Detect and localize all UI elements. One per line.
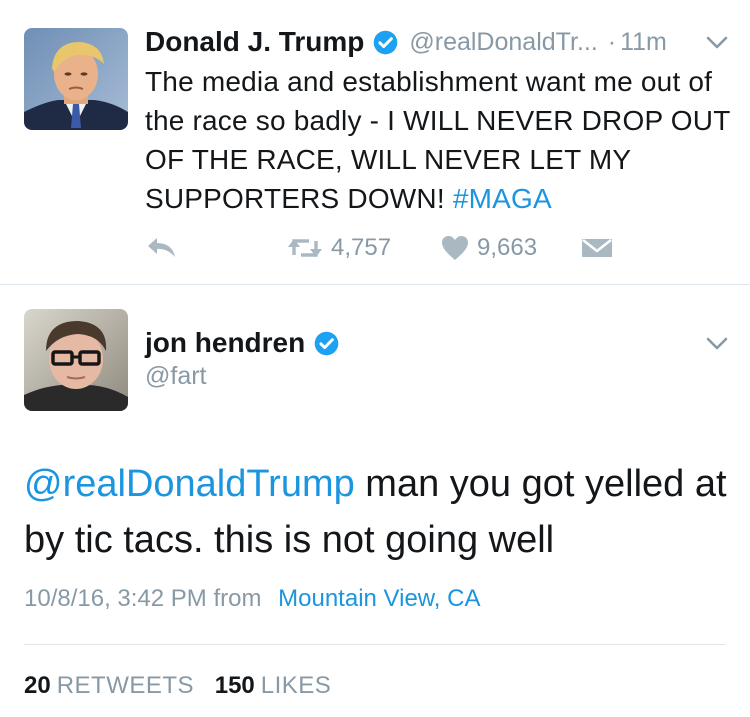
direct-message-button[interactable] [581,228,613,268]
separator-dot: · [607,27,617,56]
avatar-hendren[interactable] [24,309,128,411]
author-handle[interactable]: @realDonaldTr... [409,28,597,57]
tweet-text-body: The media and establishment want me out … [145,66,730,214]
heart-icon [441,235,469,261]
hashtag-link[interactable]: #MAGA [453,183,552,214]
mention-link[interactable]: @realDonaldTrump [24,463,355,505]
retweets-count: 20 [24,672,51,699]
tweet-text: @realDonaldTrump man you got yelled at b… [24,456,734,568]
like-count: 9,663 [477,234,538,261]
tweet-stats: 20 RETWEETS 150 LIKES [24,672,331,700]
tweet-actions: 4,757 9,663 [145,228,645,268]
likes-stat[interactable]: 150 LIKES [215,672,332,699]
tweet-timestamp[interactable]: 10/8/16, 3:42 PM [24,585,207,612]
chevron-down-icon[interactable] [706,36,728,50]
like-button[interactable]: 9,663 [441,228,537,268]
chevron-down-icon[interactable] [706,337,728,351]
reply-button[interactable] [145,228,179,268]
likes-count: 150 [214,672,255,699]
retweet-count: 4,757 [331,234,392,261]
tweet-header: Donald J. Trump @realDonaldTr... · 11m [145,22,725,62]
likes-label: LIKES [260,672,332,699]
author-name[interactable]: jon hendren [145,327,305,359]
retweet-button[interactable]: 4,757 [287,228,391,268]
tweet-divider [0,284,750,285]
author-handle[interactable]: @fart [145,362,207,391]
tweet-text: The media and establishment want me out … [145,62,735,218]
retweet-icon [287,235,323,261]
tweet-card-trump[interactable]: Donald J. Trump @realDonaldTr... · 11m T… [0,0,750,284]
author-name[interactable]: Donald J. Trump [145,26,364,58]
tweet-time[interactable]: 11m [620,28,667,57]
retweets-label: RETWEETS [56,672,195,699]
direct-message-icon [581,235,613,261]
from-label: from [213,585,262,612]
reply-icon [145,235,179,261]
tweet2-header: jon hendren [145,323,340,363]
verified-badge-icon [313,330,340,357]
location-link[interactable]: Mountain View, CA [278,585,480,612]
tweet-meta: 10/8/16, 3:42 PM from Mountain View, CA [24,585,480,613]
avatar-trump[interactable] [24,28,128,130]
stats-divider [24,644,726,645]
verified-badge-icon [372,29,399,56]
retweets-stat[interactable]: 20 RETWEETS [24,672,194,699]
